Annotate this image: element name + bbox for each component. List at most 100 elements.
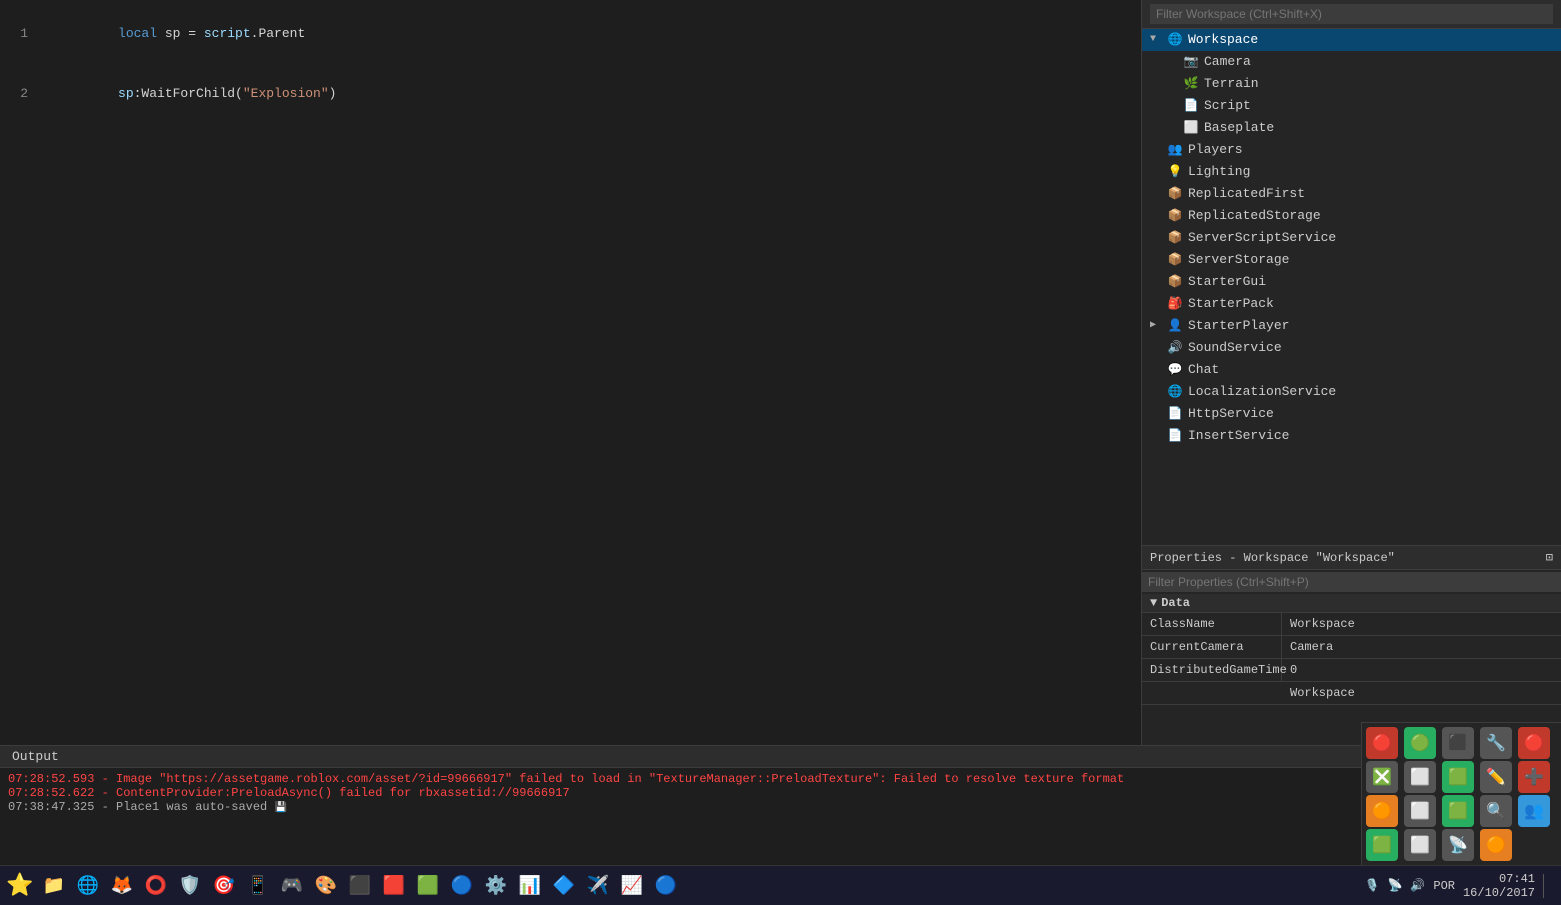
- output-empty-line: [8, 814, 1553, 834]
- taskbar-icon-app3[interactable]: 🎮: [276, 870, 308, 902]
- startergui-label: StarterGui: [1188, 272, 1266, 292]
- soundservice-label: SoundService: [1188, 338, 1282, 358]
- plugin-icon-1-3[interactable]: ✏️: [1480, 761, 1512, 793]
- tree-item-starterpack[interactable]: 🎒 StarterPack: [1142, 293, 1561, 315]
- plugin-icon-1-0[interactable]: ❎: [1366, 761, 1398, 793]
- plugin-icons-panel: 🔴 🟢 ⬛ 🔧 🔴 ❎ ⬜ 🟩 ✏️ ➕ 🟠 ⬜ 🟩 🔍 👥 🟩 ⬜ 📡 🟠: [1361, 722, 1561, 865]
- tree-item-serverscriptservice[interactable]: 📦 ServerScriptService: [1142, 227, 1561, 249]
- tree-item-serverstorage[interactable]: 📦 ServerStorage: [1142, 249, 1561, 271]
- taskbar-icon-app4[interactable]: 🟥: [378, 870, 410, 902]
- taskbar-icon-roblox[interactable]: 🔷: [548, 870, 580, 902]
- taskbar-icon-ie[interactable]: 🛡️: [174, 870, 206, 902]
- tree-item-soundservice[interactable]: 🔊 SoundService: [1142, 337, 1561, 359]
- tree-item-baseplate[interactable]: ⬜ Baseplate: [1142, 117, 1561, 139]
- chat-label: Chat: [1188, 360, 1219, 380]
- tree-item-lighting[interactable]: 💡 Lighting: [1142, 161, 1561, 183]
- taskbar-icon-app7[interactable]: ⚙️: [480, 870, 512, 902]
- plugin-icon-3-2[interactable]: 📡: [1442, 829, 1474, 861]
- output-message-3: 07:38:47.325 - Place1 was auto-saved 💾: [8, 800, 1553, 814]
- httpservice-icon: 📄: [1166, 405, 1184, 423]
- taskbar-icon-app9[interactable]: 🔵: [650, 870, 682, 902]
- tree-item-insertservice[interactable]: 📄 InsertService: [1142, 425, 1561, 447]
- expand-arrow-starterplayer[interactable]: ▶: [1150, 316, 1166, 336]
- taskbar-icon-blender[interactable]: ⬛: [344, 870, 376, 902]
- taskbar-mic-icon: 🎙️: [1365, 878, 1380, 893]
- tree-item-chat[interactable]: 💬 Chat: [1142, 359, 1561, 381]
- output-title: Output: [12, 749, 59, 764]
- taskbar-right: 🎙️ 📡 🔊 POR 07:41 16/10/2017: [1365, 872, 1549, 900]
- taskbar-time: 07:41: [1499, 872, 1535, 886]
- code-line-2: 2 sp:WaitForChild("Explosion"): [0, 64, 1141, 124]
- plugin-icon-3-3[interactable]: 🟠: [1480, 829, 1512, 861]
- plugin-icon-0-1[interactable]: 🟢: [1404, 727, 1436, 759]
- plugin-icon-0-2[interactable]: ⬛: [1442, 727, 1474, 759]
- replicatedfirst-label: ReplicatedFirst: [1188, 184, 1305, 204]
- plugin-icon-2-3[interactable]: 🔍: [1480, 795, 1512, 827]
- tree-item-starterplayer[interactable]: ▶ 👤 StarterPlayer: [1142, 315, 1561, 337]
- taskbar-icon-stats[interactable]: 📈: [616, 870, 648, 902]
- explorer-header: [1142, 0, 1561, 29]
- chat-icon: 💬: [1166, 361, 1184, 379]
- taskbar-clock: 07:41 16/10/2017: [1463, 872, 1535, 900]
- section-arrow[interactable]: ▼: [1150, 596, 1157, 610]
- plugin-icon-1-2[interactable]: 🟩: [1442, 761, 1474, 793]
- taskbar-icon-chrome[interactable]: 🌐: [72, 870, 104, 902]
- taskbar-icon-app6[interactable]: 🔵: [446, 870, 478, 902]
- plugin-icon-0-0[interactable]: 🔴: [1366, 727, 1398, 759]
- tree-item-camera[interactable]: 📷 Camera: [1142, 51, 1561, 73]
- properties-header: Properties - Workspace "Workspace" ⊡: [1142, 546, 1561, 570]
- serverstorage-label: ServerStorage: [1188, 250, 1289, 270]
- tree-item-replicatedstorage[interactable]: 📦 ReplicatedStorage: [1142, 205, 1561, 227]
- tree-item-players[interactable]: 👥 Players: [1142, 139, 1561, 161]
- line-number-2: 2: [0, 84, 40, 104]
- taskbar-icon-firefox[interactable]: 🦊: [106, 870, 138, 902]
- properties-expand-icon[interactable]: ⊡: [1546, 550, 1553, 565]
- prop-row-classname: ClassName Workspace: [1142, 613, 1561, 636]
- tree-item-replicatedfirst[interactable]: 📦 ReplicatedFirst: [1142, 183, 1561, 205]
- serverscriptservice-icon: 📦: [1166, 229, 1184, 247]
- explorer-tree[interactable]: ▼ 🌐 Workspace 📷 Camera 🌿 Terrain 📄: [1142, 29, 1561, 545]
- tree-item-workspace[interactable]: ▼ 🌐 Workspace: [1142, 29, 1561, 51]
- tree-item-script[interactable]: 📄 Script: [1142, 95, 1561, 117]
- properties-filter-input[interactable]: [1142, 572, 1561, 592]
- starterpack-label: StarterPack: [1188, 294, 1274, 314]
- plugin-icon-3-0[interactable]: 🟩: [1366, 829, 1398, 861]
- plugin-icon-3-1[interactable]: ⬜: [1404, 829, 1436, 861]
- taskbar-show-desktop[interactable]: [1543, 874, 1549, 898]
- plugin-icon-1-4[interactable]: ➕: [1518, 761, 1550, 793]
- taskbar-icon-app1[interactable]: 🎯: [208, 870, 240, 902]
- taskbar-language: POR: [1433, 879, 1455, 893]
- plugin-icon-0-4[interactable]: 🔴: [1518, 727, 1550, 759]
- plugin-icon-2-2[interactable]: 🟩: [1442, 795, 1474, 827]
- main-area: 1 local sp = script.Parent 2 sp:WaitForC…: [0, 0, 1561, 745]
- prop-row-currentcamera: CurrentCamera Camera: [1142, 636, 1561, 659]
- right-panel: ▼ 🌐 Workspace 📷 Camera 🌿 Terrain 📄: [1141, 0, 1561, 745]
- prop-currentcamera-value: Camera: [1282, 636, 1561, 658]
- properties-filter-container: [1142, 570, 1561, 594]
- plugin-icon-2-1[interactable]: ⬜: [1404, 795, 1436, 827]
- expand-arrow-workspace[interactable]: ▼: [1150, 30, 1166, 50]
- tree-item-httpservice[interactable]: 📄 HttpService: [1142, 403, 1561, 425]
- keyword-local: local: [118, 26, 157, 41]
- taskbar-icon-telegram[interactable]: ✈️: [582, 870, 614, 902]
- plugin-icon-2-0[interactable]: 🟠: [1366, 795, 1398, 827]
- taskbar-icon-app2[interactable]: 📱: [242, 870, 274, 902]
- httpservice-label: HttpService: [1188, 404, 1274, 424]
- taskbar-icon-start[interactable]: ⭐: [4, 870, 36, 902]
- tree-item-terrain[interactable]: 🌿 Terrain: [1142, 73, 1561, 95]
- startergui-icon: 📦: [1166, 273, 1184, 291]
- starterplayer-label: StarterPlayer: [1188, 316, 1289, 336]
- serverstorage-icon: 📦: [1166, 251, 1184, 269]
- taskbar-icon-app8[interactable]: 📊: [514, 870, 546, 902]
- code-editor: 1 local sp = script.Parent 2 sp:WaitForC…: [0, 0, 1141, 745]
- taskbar-icon-opera[interactable]: ⭕: [140, 870, 172, 902]
- explorer-filter-input[interactable]: [1150, 4, 1553, 24]
- tree-item-startergui[interactable]: 📦 StarterGui: [1142, 271, 1561, 293]
- plugin-icon-0-3[interactable]: 🔧: [1480, 727, 1512, 759]
- tree-item-localizationservice[interactable]: 🌐 LocalizationService: [1142, 381, 1561, 403]
- taskbar-icon-app5[interactable]: 🟩: [412, 870, 444, 902]
- taskbar-icon-photoshop[interactable]: 🎨: [310, 870, 342, 902]
- plugin-icon-1-1[interactable]: ⬜: [1404, 761, 1436, 793]
- plugin-icon-2-4[interactable]: 👥: [1518, 795, 1550, 827]
- taskbar-icon-fileexplorer[interactable]: 📁: [38, 870, 70, 902]
